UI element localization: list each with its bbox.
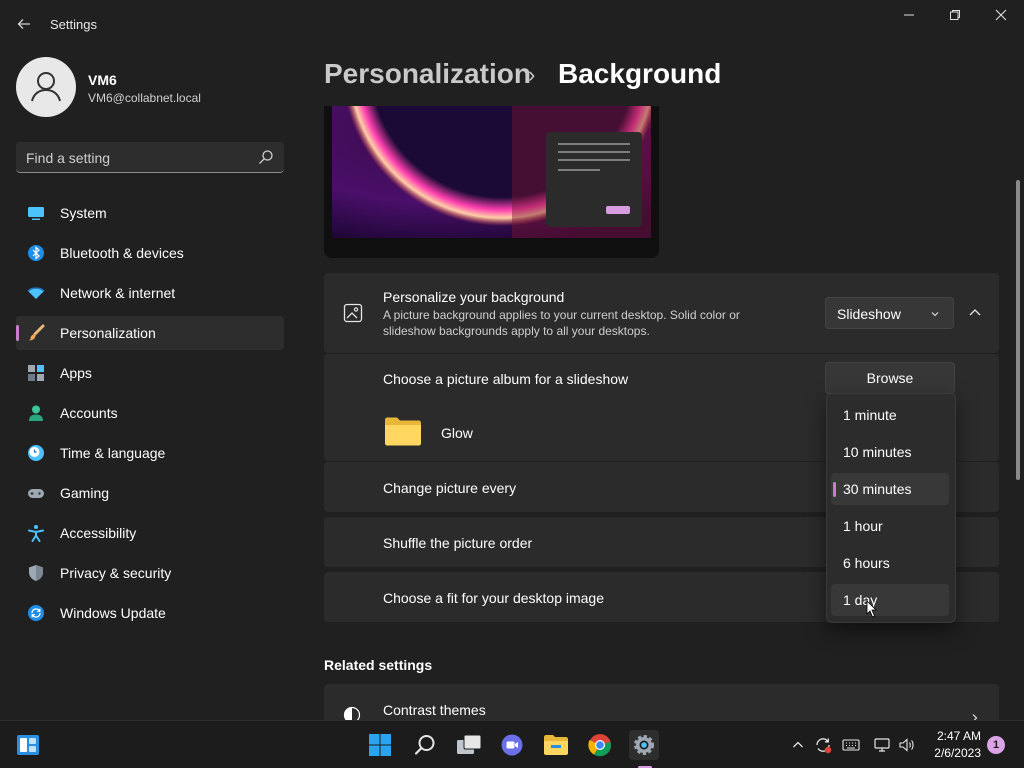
minimize-icon[interactable]: [886, 4, 932, 28]
shuffle-label: Shuffle the picture order: [383, 535, 533, 551]
sidebar-item-label: Personalization: [60, 325, 156, 341]
sidebar-item-label: Privacy & security: [60, 565, 172, 581]
network-icon[interactable]: [872, 735, 892, 755]
notification-badge[interactable]: 1: [987, 736, 1005, 754]
chevron-up-icon[interactable]: [788, 735, 808, 755]
interval-dropdown: 1 minute 10 minutes 30 minutes 1 hour 6 …: [826, 393, 956, 623]
chevron-up-icon[interactable]: [962, 300, 988, 326]
avatar[interactable]: [16, 57, 76, 117]
clock-date[interactable]: 2/6/2023: [934, 746, 981, 760]
background-type-value: Slideshow: [837, 306, 901, 322]
search-icon[interactable]: [258, 149, 274, 165]
sidebar-item-gaming[interactable]: Gaming: [16, 476, 284, 510]
user-email: VM6@collabnet.local: [88, 91, 201, 105]
sidebar-item-label: Accounts: [60, 405, 118, 421]
search-input[interactable]: [26, 148, 246, 168]
update-icon: [26, 603, 46, 623]
accessibility-icon: [26, 523, 46, 543]
sidebar-item-label: System: [60, 205, 107, 221]
task-view-icon[interactable]: [454, 730, 484, 760]
sidebar-item-apps[interactable]: Apps: [16, 356, 284, 390]
scrollbar[interactable]: [1016, 180, 1020, 480]
user-name: VM6: [88, 72, 117, 88]
option-6-hours[interactable]: 6 hours: [831, 547, 949, 579]
bluetooth-icon: [26, 243, 46, 263]
sidebar-item-label: Windows Update: [60, 605, 166, 621]
close-icon[interactable]: [978, 4, 1024, 28]
option-1-minute[interactable]: 1 minute: [831, 399, 949, 431]
clock-globe-icon: [26, 443, 46, 463]
personalize-background-description-2: slideshow backgrounds apply to all your …: [383, 324, 650, 338]
sidebar-item-label: Apps: [60, 365, 92, 381]
page-title: Background: [558, 58, 722, 89]
file-explorer-icon[interactable]: [541, 730, 571, 760]
album-name: Glow: [441, 425, 473, 441]
fit-label: Choose a fit for your desktop image: [383, 590, 605, 606]
breadcrumb-parent[interactable]: Personalization: [324, 58, 531, 90]
restore-icon[interactable]: [932, 4, 978, 28]
volume-icon[interactable]: [897, 735, 917, 755]
option-10-minutes[interactable]: 10 minutes: [831, 436, 949, 468]
sidebar-item-personalization[interactable]: Personalization: [16, 316, 284, 350]
brush-icon: [26, 323, 46, 343]
picture-icon: [343, 303, 363, 328]
mouse-cursor-icon: [866, 600, 878, 623]
back-arrow-icon[interactable]: [10, 12, 38, 36]
sync-icon[interactable]: [813, 735, 833, 755]
sidebar-item-system[interactable]: System: [16, 196, 284, 230]
album-label: Choose a picture album for a slideshow: [383, 371, 629, 387]
sidebar-item-label: Network & internet: [60, 285, 176, 301]
search-icon[interactable]: [410, 730, 440, 760]
sidebar-nav: System Bluetooth & devices Network & int…: [16, 196, 284, 636]
chrome-icon[interactable]: [585, 730, 615, 760]
browse-button[interactable]: Browse: [825, 362, 955, 394]
sidebar-item-network[interactable]: Network & internet: [16, 276, 284, 310]
app-title: Settings: [50, 17, 97, 32]
breadcrumb-separator: ›: [528, 62, 536, 87]
personalize-background-description-1: A picture background applies to your cur…: [383, 308, 740, 322]
monitor-icon: [26, 203, 46, 223]
widgets-icon[interactable]: [13, 730, 43, 760]
folder-icon: [384, 416, 422, 451]
sidebar-item-label: Bluetooth & devices: [60, 245, 184, 261]
option-1-day[interactable]: 1 day: [831, 584, 949, 616]
sidebar-item-label: Time & language: [60, 445, 166, 461]
teams-chat-icon[interactable]: [497, 730, 527, 760]
apps-icon: [26, 363, 46, 383]
chevron-down-icon: [929, 307, 941, 319]
wifi-icon: [26, 283, 46, 303]
preview-window-mockup: [546, 132, 642, 227]
clock-time[interactable]: 2:47 AM: [937, 729, 981, 743]
option-30-minutes[interactable]: 30 minutes: [831, 473, 949, 505]
person-icon: [26, 403, 46, 423]
sidebar-item-windows-update[interactable]: Windows Update: [16, 596, 284, 630]
option-1-hour[interactable]: 1 hour: [831, 510, 949, 542]
change-picture-label: Change picture every: [383, 480, 517, 496]
sidebar-item-label: Gaming: [60, 485, 110, 501]
sidebar-item-bluetooth[interactable]: Bluetooth & devices: [16, 236, 284, 270]
sidebar-item-label: Accessibility: [60, 525, 137, 541]
shield-icon: [26, 563, 46, 583]
sidebar-item-accessibility[interactable]: Accessibility: [16, 516, 284, 550]
title-bar: Settings: [0, 0, 1024, 48]
related-settings-heading: Related settings: [324, 657, 433, 673]
windows-start-icon[interactable]: [365, 730, 395, 760]
sidebar-item-time-language[interactable]: Time & language: [16, 436, 284, 470]
settings-icon[interactable]: [629, 730, 659, 760]
search-box[interactable]: [16, 142, 284, 173]
personalize-background-title: Personalize your background: [383, 289, 565, 305]
sidebar-item-accounts[interactable]: Accounts: [16, 396, 284, 430]
background-type-select[interactable]: Slideshow: [825, 297, 954, 329]
contrast-themes-label: Contrast themes: [383, 702, 486, 718]
taskbar: 2:47 AM 2/6/2023 1: [0, 720, 1024, 768]
gamepad-icon: [26, 483, 46, 503]
sidebar-item-privacy-security[interactable]: Privacy & security: [16, 556, 284, 590]
keyboard-icon[interactable]: [841, 735, 861, 755]
